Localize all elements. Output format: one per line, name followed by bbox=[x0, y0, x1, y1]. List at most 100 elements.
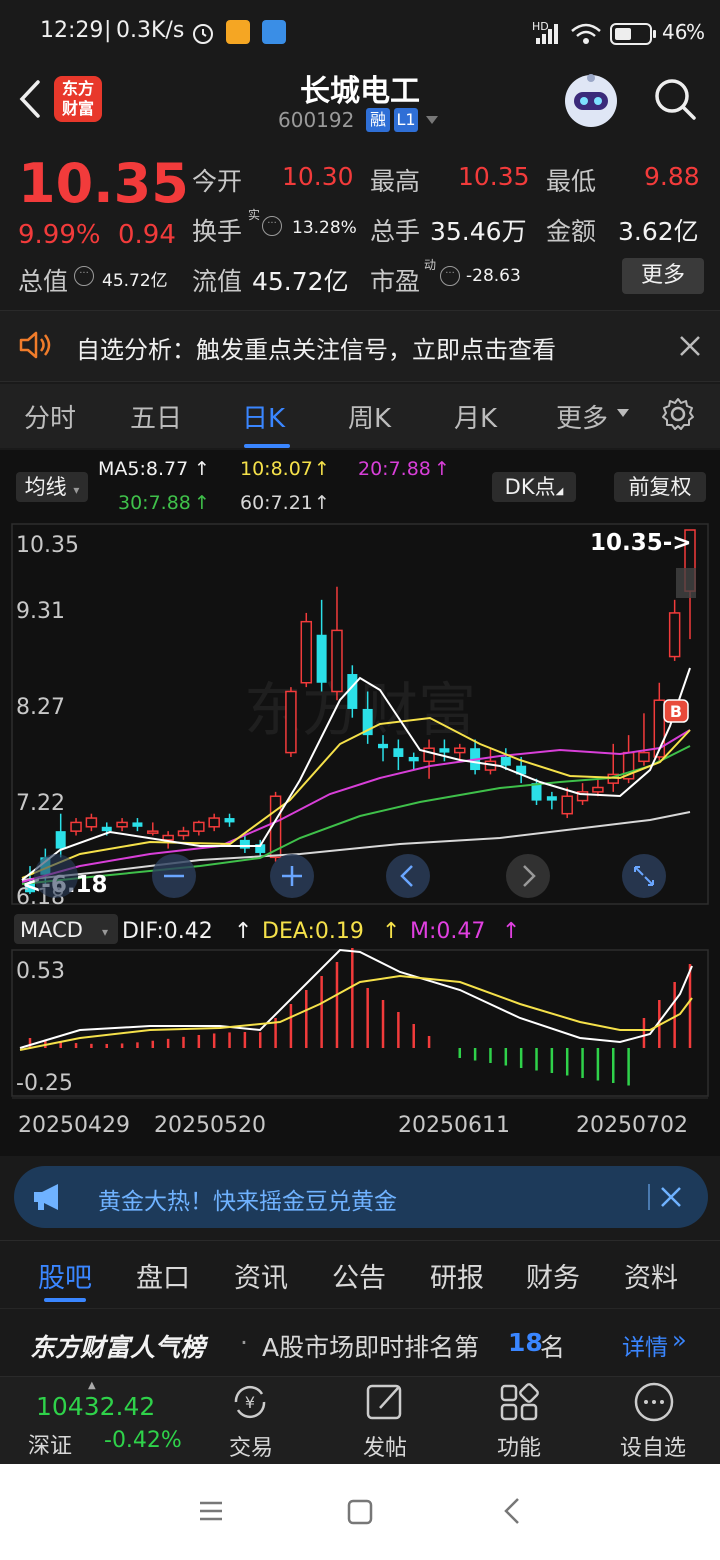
y-label-4: 7.22 bbox=[16, 791, 65, 816]
candle-body bbox=[500, 756, 511, 766]
candle-body bbox=[561, 795, 573, 815]
low-label: 最低 bbox=[546, 167, 597, 196]
ma30-label: 30:7.88 bbox=[118, 492, 191, 514]
float-label: 流值 bbox=[192, 267, 243, 296]
trade-icon[interactable]: ¥ bbox=[228, 1382, 272, 1422]
tab-order-book[interactable]: 盘口 bbox=[136, 1256, 190, 1295]
post-button[interactable]: 发帖 bbox=[340, 1430, 430, 1462]
tab-research[interactable]: 研报 bbox=[430, 1256, 484, 1295]
index-name[interactable]: 深证 bbox=[28, 1428, 72, 1460]
candle-body bbox=[423, 747, 435, 763]
current-price-tag bbox=[676, 568, 696, 598]
home-icon[interactable] bbox=[346, 1498, 374, 1526]
candle-body bbox=[162, 834, 174, 841]
candle-body bbox=[239, 839, 250, 849]
tab-forum[interactable]: 股吧 bbox=[38, 1256, 92, 1295]
ma-selector[interactable]: 均线 ▾ bbox=[16, 472, 88, 502]
wallet-notification-icon bbox=[262, 20, 286, 44]
notice-text[interactable]: 自选分析：触发重点关注信号，立即点击查看 bbox=[76, 330, 556, 365]
tab-financials[interactable]: 财务 bbox=[526, 1256, 580, 1295]
trade-button[interactable]: 交易 bbox=[206, 1430, 296, 1462]
close-icon[interactable] bbox=[660, 1186, 682, 1208]
level-tag[interactable]: L1 bbox=[394, 108, 418, 132]
wifi-icon bbox=[571, 23, 601, 44]
ranking-suffix: 名 bbox=[540, 1333, 566, 1362]
tab-five-day[interactable]: 五日 bbox=[130, 398, 182, 435]
index-value[interactable]: 10432.42 bbox=[36, 1392, 155, 1421]
tab-daily-k[interactable]: 日K bbox=[242, 398, 285, 435]
zoom-in-button[interactable] bbox=[270, 854, 314, 898]
index-change[interactable]: -0.42% bbox=[104, 1428, 182, 1453]
tab-active-indicator bbox=[44, 1298, 86, 1302]
date-label-3: 20250611 bbox=[398, 1113, 510, 1138]
dif-label: DIF:0.42 bbox=[122, 919, 213, 944]
margin-tag: 融 bbox=[366, 108, 390, 132]
float-value: 45.72亿 bbox=[252, 267, 349, 296]
tab-monthly-k[interactable]: 月K bbox=[454, 398, 497, 435]
info-icon[interactable]: ··· bbox=[440, 266, 460, 286]
tab-news[interactable]: 资讯 bbox=[234, 1256, 288, 1295]
tab-announcements[interactable]: 公告 bbox=[332, 1256, 386, 1295]
close-icon[interactable] bbox=[678, 334, 702, 358]
macd-y-max: 0.53 bbox=[16, 959, 65, 984]
info-icon[interactable]: ··· bbox=[74, 266, 94, 286]
search-icon[interactable] bbox=[652, 76, 698, 122]
svg-text:↑: ↑ bbox=[234, 919, 252, 944]
double-chevron-right-icon[interactable]: » bbox=[672, 1326, 687, 1354]
ranking-dot: · bbox=[240, 1328, 248, 1357]
low-value: 9.88 bbox=[644, 162, 700, 191]
chevron-down-icon[interactable] bbox=[616, 408, 630, 418]
scroll-right-button[interactable] bbox=[506, 854, 550, 898]
add-watchlist-icon[interactable] bbox=[632, 1380, 676, 1424]
dea-label: DEA:0.19 bbox=[262, 919, 364, 944]
info-icon[interactable]: ··· bbox=[262, 216, 282, 236]
candle-body bbox=[316, 634, 327, 683]
ma5-label: MA5:8.77 bbox=[98, 458, 189, 480]
gold-banner-text[interactable]: 黄金大热！快来摇金豆兑黄金 bbox=[98, 1182, 397, 1216]
macd-y-min: -0.25 bbox=[16, 1071, 73, 1096]
dk-point-button[interactable]: DK点◢ bbox=[492, 472, 576, 502]
post-icon[interactable] bbox=[364, 1382, 408, 1422]
scroll-left-button[interactable] bbox=[386, 854, 430, 898]
chevron-down-icon[interactable] bbox=[424, 114, 440, 126]
candle-body bbox=[408, 756, 419, 762]
ranking-title: 东方财富人气榜 bbox=[30, 1333, 206, 1362]
kline-chart[interactable]: 东方财富 10.35 9.31 8.27 7.22 6.18 10.35-> <… bbox=[0, 520, 720, 1160]
candle-body bbox=[70, 821, 82, 832]
candle-body bbox=[378, 743, 389, 749]
add-watchlist-button[interactable]: 设自选 bbox=[608, 1430, 698, 1462]
fullscreen-button[interactable] bbox=[622, 854, 666, 898]
adjust-button[interactable]: 前复权 bbox=[614, 472, 706, 502]
candle-body bbox=[101, 826, 112, 832]
price-change: 0.94 bbox=[118, 220, 176, 250]
pe-sup: 动 bbox=[424, 258, 437, 272]
functions-icon[interactable] bbox=[498, 1382, 542, 1422]
high-label: 最高 bbox=[370, 167, 421, 196]
back-nav-icon[interactable] bbox=[500, 1496, 524, 1526]
tab-weekly-k[interactable]: 周K bbox=[348, 398, 391, 435]
more-button[interactable]: 更多 bbox=[622, 258, 704, 294]
scroll-back-button[interactable] bbox=[34, 854, 78, 898]
battery-icon bbox=[610, 23, 656, 45]
pe-label: 市盈 bbox=[370, 267, 421, 296]
ranking-detail-link[interactable]: 详情 bbox=[622, 1328, 668, 1362]
tab-more[interactable]: 更多 bbox=[556, 398, 608, 435]
turnover-sup: 实 bbox=[248, 208, 261, 222]
turnover-label: 换手 bbox=[192, 217, 243, 246]
functions-button[interactable]: 功能 bbox=[474, 1430, 564, 1462]
high-value: 10.35 bbox=[458, 162, 530, 191]
gear-icon[interactable] bbox=[660, 396, 696, 432]
status-speed: 0.3K/s bbox=[116, 18, 185, 43]
tab-active-indicator bbox=[244, 444, 290, 448]
zoom-out-button[interactable] bbox=[152, 854, 196, 898]
current-price: 10.35 bbox=[18, 152, 189, 215]
mktcap-value: 45.72亿 bbox=[102, 271, 168, 291]
megaphone-icon bbox=[34, 1184, 58, 1210]
robot-assistant-icon[interactable] bbox=[560, 70, 622, 132]
index-expand-icon[interactable]: ▲ bbox=[88, 1380, 96, 1391]
menu-icon[interactable] bbox=[198, 1498, 224, 1524]
tab-profile[interactable]: 资料 bbox=[624, 1256, 678, 1295]
candle-body bbox=[331, 629, 343, 693]
tab-intraday[interactable]: 分时 bbox=[24, 398, 76, 435]
alarm-icon bbox=[193, 24, 213, 44]
